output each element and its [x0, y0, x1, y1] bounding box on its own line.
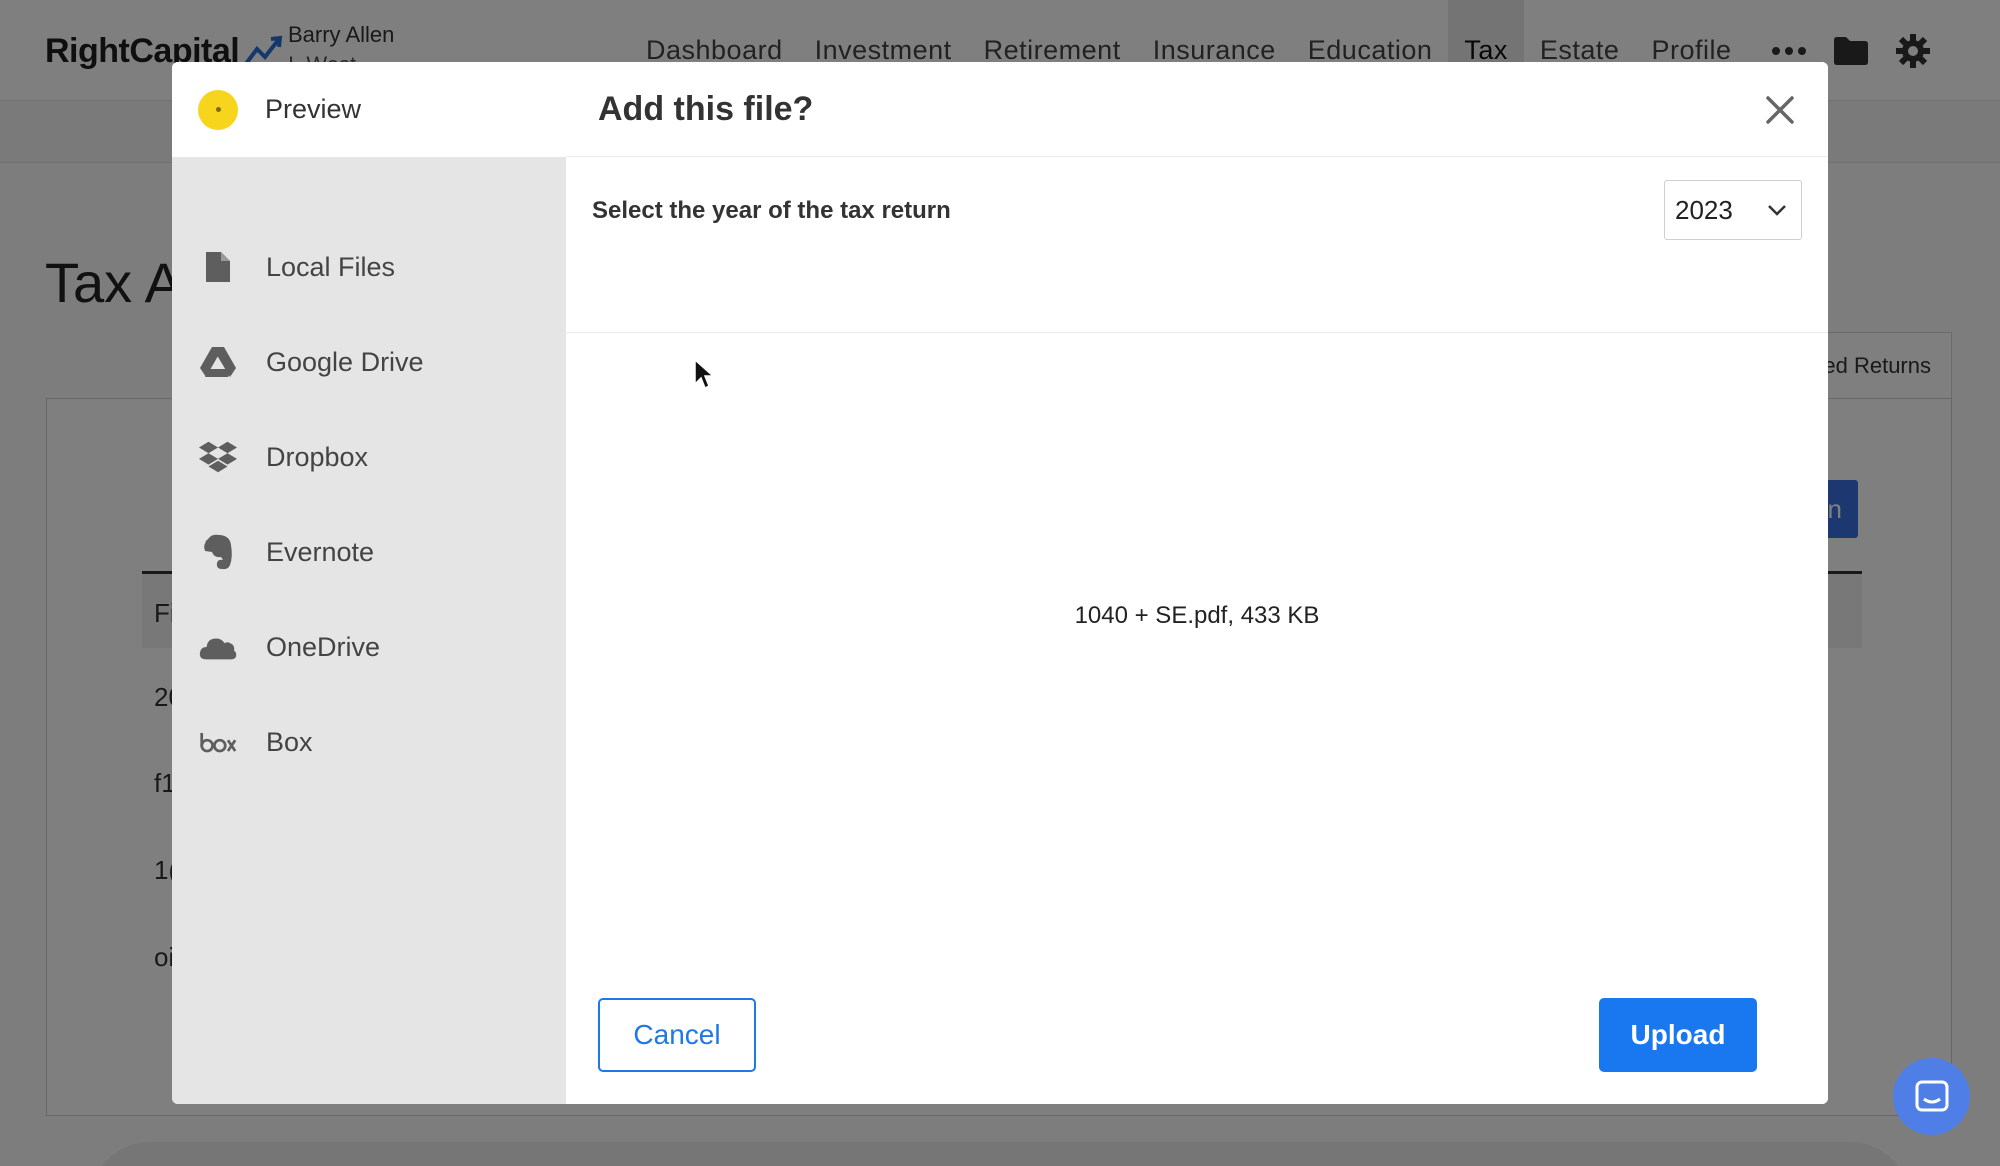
- preview-icon: [198, 89, 238, 130]
- mouse-cursor-icon: [694, 358, 715, 390]
- dropbox-icon: [199, 438, 237, 476]
- sidebar-item-label: Evernote: [266, 536, 375, 567]
- file-icon: [199, 248, 237, 286]
- box-icon: [199, 723, 237, 761]
- google-drive-icon: [199, 343, 237, 381]
- sidebar-item-label: Google Drive: [266, 346, 424, 377]
- sidebar-item-google-drive[interactable]: Google Drive: [172, 323, 566, 401]
- sidebar-item-onedrive[interactable]: OneDrive: [172, 608, 566, 686]
- tax-year-value: 2023: [1675, 194, 1733, 225]
- sidebar-item-label: Local Files: [266, 251, 396, 282]
- onedrive-icon: [199, 628, 237, 666]
- sidebar-item-evernote[interactable]: Evernote: [172, 513, 566, 591]
- close-button[interactable]: [1762, 92, 1798, 128]
- source-sidebar: Preview Local Files Google Drive Dropbox: [172, 62, 566, 1104]
- sidebar-item-box[interactable]: Box: [172, 703, 566, 781]
- cancel-button[interactable]: Cancel: [598, 998, 756, 1072]
- tax-year-select[interactable]: 2023: [1664, 180, 1802, 240]
- chevron-down-icon: [1768, 205, 1786, 216]
- chat-launcher-button[interactable]: [1893, 1058, 1970, 1135]
- file-preview-info: 1040 + SE.pdf, 433 KB: [1074, 602, 1320, 629]
- close-icon: [1766, 96, 1794, 124]
- tax-year-row: Select the year of the tax return 2023: [566, 157, 1828, 333]
- sidebar-item-label: Dropbox: [266, 441, 369, 472]
- sidebar-item-label: OneDrive: [266, 631, 381, 662]
- tax-year-label: Select the year of the tax return: [592, 197, 951, 224]
- upload-button[interactable]: Upload: [1599, 998, 1757, 1072]
- sidebar-item-dropbox[interactable]: Dropbox: [172, 418, 566, 496]
- modal-content: Add this file? Select the year of the ta…: [566, 62, 1828, 1104]
- sidebar-item-local-files[interactable]: Local Files: [172, 228, 566, 306]
- chat-icon: [1915, 1080, 1948, 1111]
- sidebar-item-label: Box: [266, 726, 313, 757]
- modal-title: Add this file?: [598, 90, 814, 128]
- modal-header: Add this file?: [566, 62, 1828, 157]
- sidebar-item-label: Preview: [265, 94, 362, 124]
- add-file-modal: Preview Local Files Google Drive Dropbox: [172, 62, 1828, 1104]
- evernote-icon: [199, 533, 237, 571]
- sidebar-item-preview[interactable]: Preview: [172, 62, 566, 157]
